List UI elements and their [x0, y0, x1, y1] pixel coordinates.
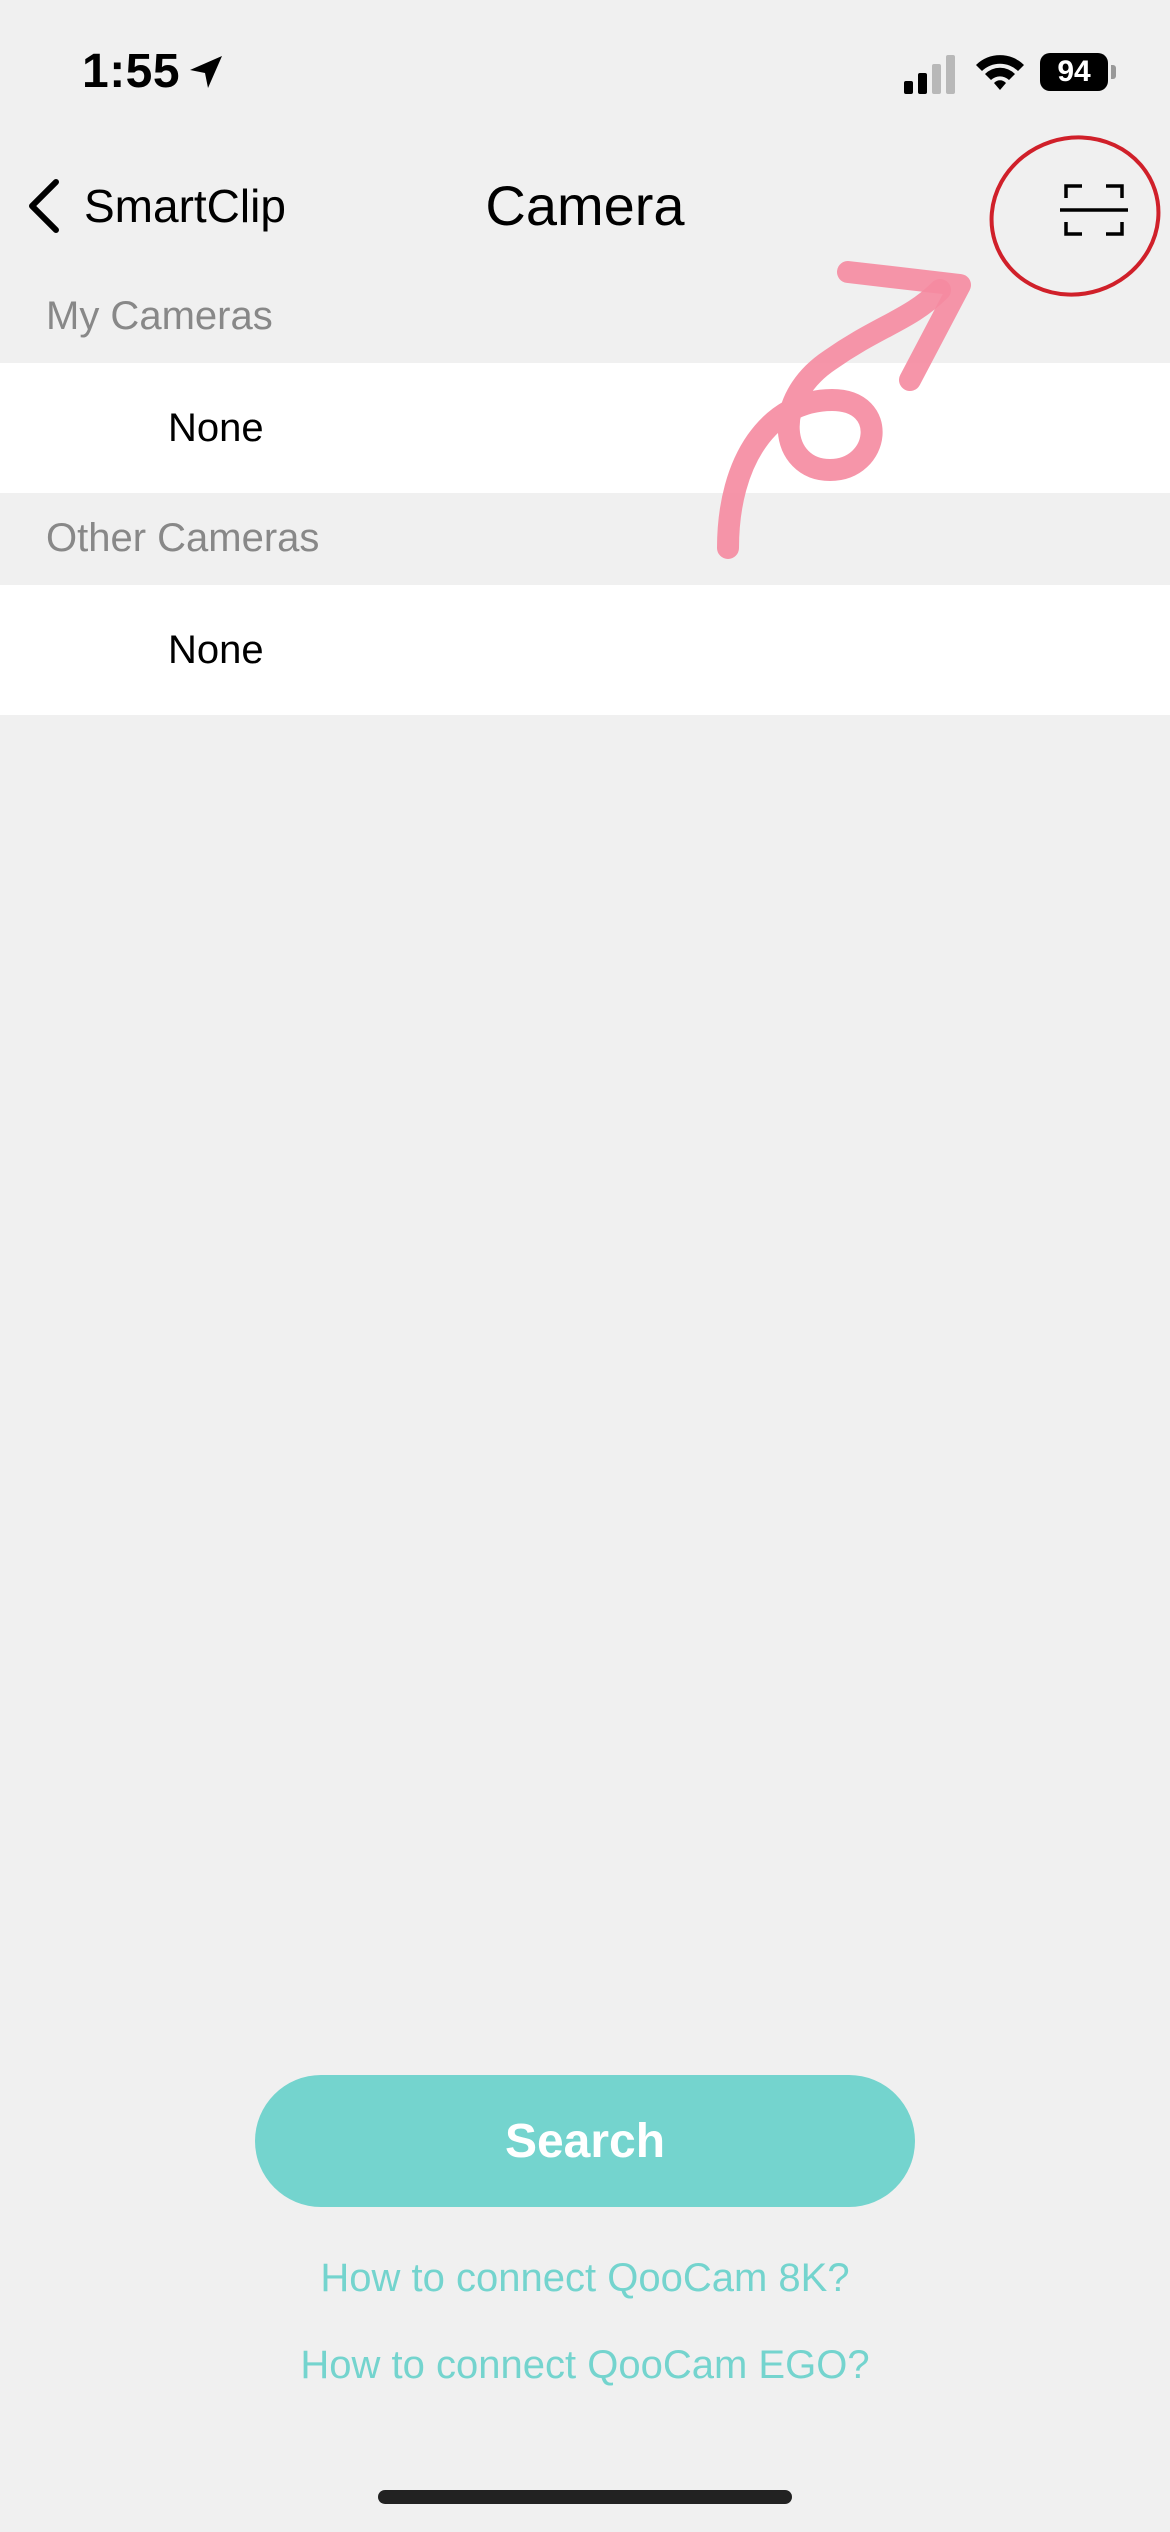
- qr-scan-icon: [1060, 184, 1128, 236]
- list-item-label: None: [168, 628, 264, 672]
- list-item-my-cameras: None: [0, 363, 1170, 493]
- battery-indicator: 94: [1040, 53, 1108, 91]
- search-button[interactable]: Search: [255, 2075, 915, 2207]
- section-header-other-cameras: Other Cameras: [46, 516, 320, 560]
- chevron-left-icon: [29, 179, 59, 233]
- cellular-signal-icon: [904, 55, 955, 94]
- home-indicator: [378, 2490, 792, 2504]
- status-bar: 1:55 94: [0, 0, 1170, 150]
- scan-button[interactable]: [1054, 174, 1134, 246]
- help-link-qoocam-ego[interactable]: How to connect QooCam EGO?: [0, 2343, 1170, 2388]
- status-time: 1:55: [82, 45, 181, 98]
- battery-tip: [1111, 65, 1116, 79]
- location-arrow-icon: [190, 56, 222, 88]
- help-link-qoocam-8k[interactable]: How to connect QooCam 8K?: [0, 2256, 1170, 2301]
- section-header-my-cameras: My Cameras: [46, 294, 273, 338]
- list-item-other-cameras: None: [0, 585, 1170, 715]
- back-button[interactable]: SmartClip: [24, 170, 286, 242]
- back-button-label: SmartClip: [84, 180, 286, 232]
- wifi-icon: [976, 55, 1024, 90]
- list-item-label: None: [168, 406, 264, 450]
